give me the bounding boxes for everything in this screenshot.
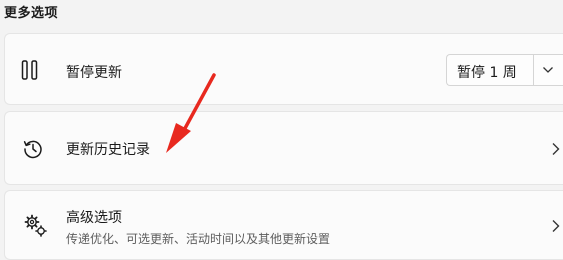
split-divider — [533, 55, 534, 85]
pause-icon — [21, 60, 38, 80]
history-icon — [23, 140, 42, 159]
pause-updates-label: 暂停更新 — [66, 65, 122, 81]
pause-duration-select[interactable]: 暂停 1 周 — [446, 54, 563, 86]
pause-duration-value: 暂停 1 周 — [457, 65, 517, 81]
chevron-right-icon — [552, 143, 560, 155]
gears-icon — [24, 214, 47, 237]
chevron-down-icon[interactable] — [542, 66, 554, 74]
advanced-options-label: 高级选项 — [66, 210, 122, 226]
section-title: 更多选项 — [4, 6, 59, 21]
update-history-card[interactable]: 更新历史记录 — [4, 111, 563, 185]
advanced-options-description: 传递优化、可选更新、活动时间以及其他更新设置 — [66, 232, 331, 246]
chevron-right-icon — [552, 220, 560, 232]
pause-updates-card: 暂停更新 暂停 1 周 — [4, 33, 563, 105]
update-history-label: 更新历史记录 — [66, 142, 150, 158]
